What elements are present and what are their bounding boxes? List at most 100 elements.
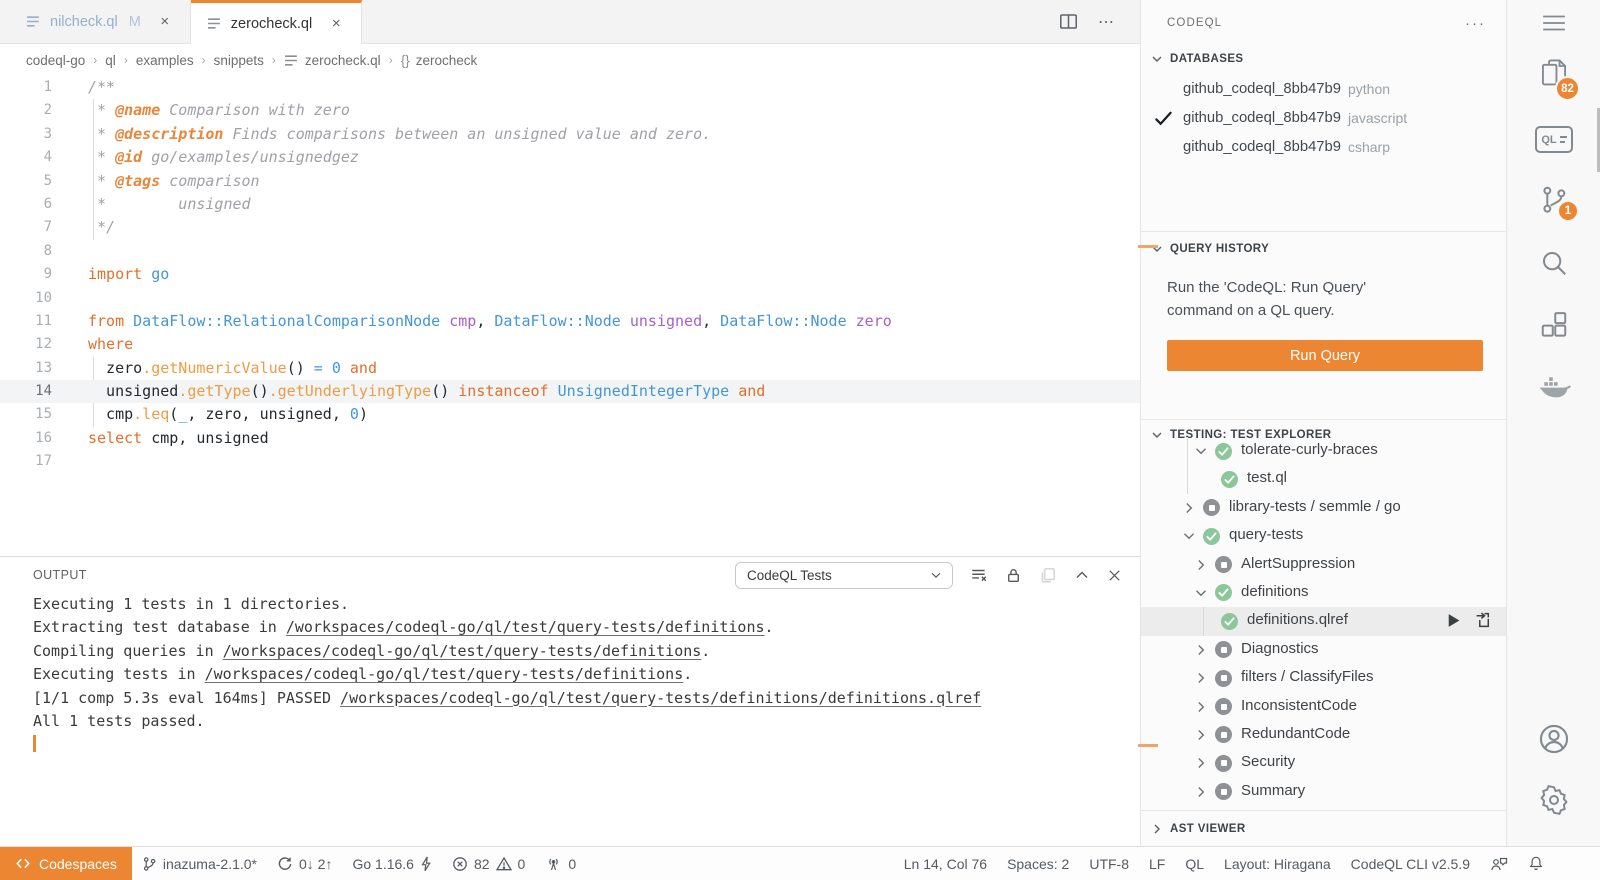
close-tab-icon[interactable]: × xyxy=(156,13,174,30)
editor-tab-bar: nilcheck.qlM× zerocheck.ql × ⋯ xyxy=(0,0,1140,44)
status-git-sync[interactable]: 0↓ 2↑ xyxy=(267,847,342,880)
bolt-icon xyxy=(420,856,432,872)
breadcrumb-item-snippets[interactable]: snippets xyxy=(214,53,264,68)
status-notifications[interactable] xyxy=(1518,847,1554,880)
line-number: 5 xyxy=(0,170,52,193)
test-item-test.ql[interactable]: test.ql xyxy=(1141,465,1506,493)
goto-test-icon[interactable] xyxy=(1475,612,1492,629)
test-not-run-icon xyxy=(1215,670,1232,687)
breadcrumb-item-examples[interactable]: examples xyxy=(136,53,194,68)
ql-file-icon xyxy=(26,15,41,28)
status-encoding[interactable]: UTF-8 xyxy=(1079,847,1139,880)
output-channel-select[interactable]: CodeQL Tests xyxy=(735,562,953,589)
extensions-icon[interactable] xyxy=(1507,310,1600,340)
status-go-version[interactable]: Go 1.16.6 xyxy=(342,847,442,880)
section-header-databases[interactable]: DATABASES xyxy=(1141,46,1506,72)
test-item-diagnostics[interactable]: Diagnostics xyxy=(1141,636,1506,664)
status-feedback[interactable] xyxy=(1480,847,1518,880)
source-control-icon[interactable] xyxy=(1507,184,1600,216)
database-item-csharp[interactable]: github_codeql_8bb47b9csharp xyxy=(1141,132,1506,161)
test-item-alertsuppression[interactable]: AlertSuppression xyxy=(1141,551,1506,579)
output-channel-value: CodeQL Tests xyxy=(747,568,832,583)
sidebar-title-bar: CODEQL ··· xyxy=(1141,0,1506,46)
test-item-redundantcode[interactable]: RedundantCode xyxy=(1141,721,1506,749)
status-cursor-position[interactable]: Ln 14, Col 76 xyxy=(894,847,997,880)
test-item-query-tests[interactable]: query-tests xyxy=(1141,522,1506,550)
open-output-in-editor-icon xyxy=(1039,566,1057,584)
code-line: 2 * @name Comparison with zero xyxy=(0,99,1140,122)
test-item-filters-classifyfiles[interactable]: filters / ClassifyFiles xyxy=(1141,664,1506,692)
close-tab-icon[interactable]: × xyxy=(327,15,345,32)
chevron-right-icon xyxy=(1181,500,1197,516)
code-text: * @name Comparison with zero xyxy=(52,99,350,122)
settings-gear-icon[interactable] xyxy=(1507,784,1600,816)
code-line: 17 xyxy=(0,450,1140,473)
breadcrumb-item-ql[interactable]: ql xyxy=(105,53,116,68)
test-item-library-tests-semmle-go[interactable]: library-tests / semmle / go xyxy=(1141,494,1506,522)
search-icon[interactable] xyxy=(1507,248,1600,278)
clear-output-icon[interactable] xyxy=(970,566,988,584)
output-line: Compiling queries in /workspaces/codeql-… xyxy=(33,640,1140,663)
line-number: 10 xyxy=(0,287,52,310)
status-text: Layout: Hiragana xyxy=(1224,856,1331,872)
file-path-link[interactable]: /workspaces/codeql-go/ql/test/query-test… xyxy=(205,665,684,683)
more-actions-icon[interactable]: ··· xyxy=(1465,15,1486,32)
code-editor[interactable]: 1/**2 * @name Comparison with zero3 * @d… xyxy=(0,76,1140,556)
test-item-summary[interactable]: Summary xyxy=(1141,778,1506,806)
account-icon[interactable] xyxy=(1507,722,1600,756)
database-item-python[interactable]: github_codeql_8bb47b9python xyxy=(1141,74,1506,103)
test-item-label: Diagnostics xyxy=(1241,640,1319,657)
editor-tab-zerocheck.ql[interactable]: zerocheck.ql × xyxy=(191,0,362,44)
codeql-icon[interactable]: QL xyxy=(1507,126,1600,153)
run-test-icon[interactable] xyxy=(1445,612,1462,629)
code-text: select cmp, unsigned xyxy=(52,427,269,450)
status-problems[interactable]: 820 xyxy=(442,847,535,880)
file-path-link[interactable]: /workspaces/codeql-go/ql/test/query-test… xyxy=(286,618,765,636)
more-actions-icon[interactable]: ⋯ xyxy=(1098,12,1116,32)
line-number: 17 xyxy=(0,450,52,473)
section-header-query-history[interactable]: QUERY HISTORY xyxy=(1141,236,1506,262)
status-text: 0 xyxy=(568,856,576,872)
breadcrumb-item-codeql-go[interactable]: codeql-go xyxy=(26,53,85,68)
output-text: [1/1 comp 5.3s eval 164ms] PASSED xyxy=(33,689,340,707)
test-not-run-icon xyxy=(1215,726,1232,743)
breadcrumb-item-zerocheck.ql[interactable]: zerocheck.ql xyxy=(284,53,381,68)
test-item-security[interactable]: Security xyxy=(1141,749,1506,777)
breadcrumb-item-zerocheck[interactable]: {}zerocheck xyxy=(401,53,478,68)
file-path-link[interactable]: /workspaces/codeql-go/ql/test/query-test… xyxy=(223,642,702,660)
test-item-definitions.qlref[interactable]: definitions.qlref xyxy=(1141,607,1506,635)
lock-icon[interactable] xyxy=(1005,567,1022,584)
status-eol[interactable]: LF xyxy=(1139,847,1175,880)
menu-icon[interactable] xyxy=(1507,12,1600,34)
feedback-icon xyxy=(1490,856,1508,872)
status-codeql-cli-version[interactable]: CodeQL CLI v2.5.9 xyxy=(1341,847,1480,880)
status-ports[interactable]: 0 xyxy=(535,847,586,880)
docker-icon[interactable] xyxy=(1507,372,1600,402)
code-line: 16select cmp, unsigned xyxy=(0,427,1140,450)
test-item-tolerate-curly-braces[interactable]: tolerate-curly-braces xyxy=(1141,437,1506,465)
split-editor-icon[interactable] xyxy=(1059,12,1078,31)
test-item-definitions[interactable]: definitions xyxy=(1141,579,1506,607)
file-path-link[interactable]: /workspaces/codeql-go/ql/test/query-test… xyxy=(340,689,981,707)
status-indentation[interactable]: Spaces: 2 xyxy=(997,847,1079,880)
section-header-ast-viewer[interactable]: AST VIEWER xyxy=(1141,816,1506,842)
chevron-right-icon xyxy=(1193,755,1209,771)
close-panel-icon[interactable] xyxy=(1107,568,1122,583)
tab-label: zerocheck.ql xyxy=(231,16,312,32)
test-not-run-icon xyxy=(1215,698,1232,715)
chevron-down-icon xyxy=(1181,528,1197,544)
editor-tab-nilcheck.ql[interactable]: nilcheck.qlM× xyxy=(10,0,191,43)
maximize-panel-icon[interactable] xyxy=(1074,567,1090,583)
status-git-branch[interactable]: inazuma-2.1.0* xyxy=(132,847,267,880)
run-query-button[interactable]: Run Query xyxy=(1167,340,1483,371)
status-language-mode[interactable]: QL xyxy=(1175,847,1214,880)
test-item-inconsistentcode[interactable]: InconsistentCode xyxy=(1141,693,1506,721)
code-line: 12where xyxy=(0,333,1140,356)
codeql-sidebar: CODEQL ··· DATABASES github_codeql_8bb47… xyxy=(1140,0,1506,846)
explorer-icon[interactable] xyxy=(1507,58,1600,90)
status-codespaces[interactable]: Codespaces xyxy=(0,847,132,880)
status-keyboard-layout[interactable]: Layout: Hiragana xyxy=(1214,847,1341,880)
database-item-javascript[interactable]: github_codeql_8bb47b9javascript xyxy=(1141,103,1506,132)
line-number: 12 xyxy=(0,333,52,356)
source-control-badge: 1 xyxy=(1557,200,1579,222)
